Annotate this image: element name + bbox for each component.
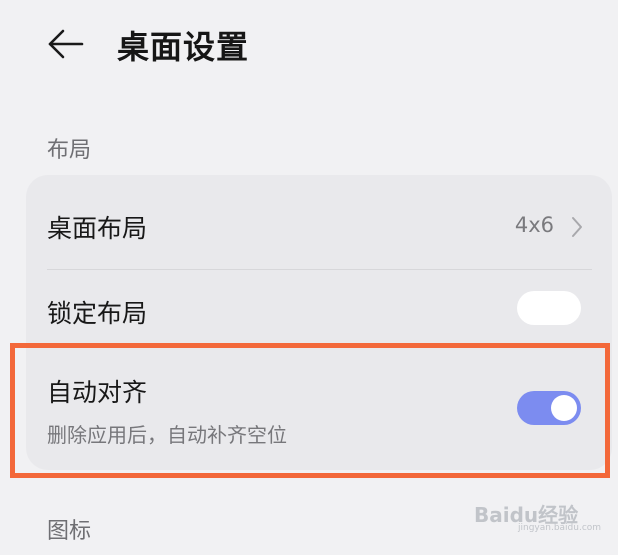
layout-settings-card: 桌面布局 4x6 锁定布局 自动对齐 删除应用后，自动补齐空位 [26, 175, 612, 470]
auto-align-row: 自动对齐 删除应用后，自动补齐空位 [26, 343, 612, 470]
page-title: 桌面设置 [117, 28, 250, 66]
toggle-knob [551, 395, 577, 421]
chevron-right-icon [572, 217, 582, 237]
section-label-layout: 布局 [47, 138, 92, 163]
header: 桌面设置 [0, 0, 618, 90]
lock-layout-label: 锁定布局 [47, 299, 148, 328]
auto-align-toggle[interactable] [517, 391, 581, 425]
toggle-knob [521, 295, 547, 321]
auto-align-description: 删除应用后，自动补齐空位 [47, 423, 287, 447]
desktop-layout-row[interactable]: 桌面布局 4x6 [26, 175, 612, 269]
back-button[interactable] [44, 24, 88, 64]
auto-align-label: 自动对齐 [47, 378, 148, 407]
section-label-icon: 图标 [47, 519, 92, 544]
lock-layout-toggle[interactable] [517, 291, 581, 325]
watermark-subtext: jingyan.baidu.com [518, 523, 602, 533]
desktop-layout-label: 桌面布局 [47, 214, 148, 243]
watermark: Baidu经验 jingyan.baidu.com [474, 493, 614, 533]
back-arrow-icon [48, 29, 84, 59]
lock-layout-row: 锁定布局 [26, 270, 612, 343]
desktop-layout-value: 4x6 [514, 213, 554, 237]
